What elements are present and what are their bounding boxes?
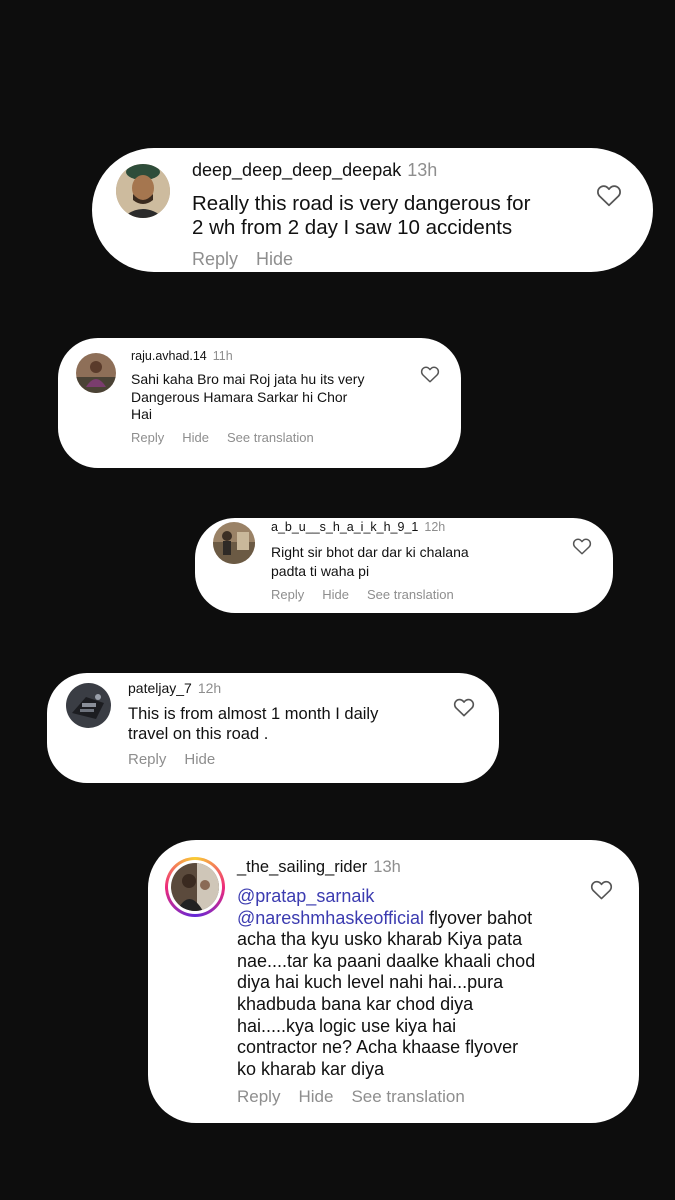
avatar [168,860,222,914]
mention-link[interactable]: @nareshmhaskeofficial [237,908,424,928]
comment-username[interactable]: _the_sailing_rider 13h [237,858,401,877]
reply-button[interactable]: Reply [237,1087,280,1106]
reply-button[interactable]: Reply [271,587,304,602]
see-translation-button[interactable]: See translation [367,587,454,602]
comment-text: Right sir bhot dar dar ki chalana padta … [271,544,469,579]
comment-text: This is from almost 1 month I daily trav… [128,705,379,743]
comment-username[interactable]: deep_deep_deep_deepak 13h [192,160,437,181]
reply-button[interactable]: Reply [128,751,166,768]
mention-link[interactable]: @pratap_sarnaik [237,886,374,906]
hide-button[interactable]: Hide [256,249,293,269]
comment-text: Sahi kaha Bro mai Roj jata hu its very D… [131,371,365,422]
comment-time: 13h [373,858,401,876]
comment-card: raju.avhad.14 11h Sahi kaha Bro mai Roj j… [58,338,461,468]
comment-actions: Reply Hide See translation [131,430,332,445]
reply-button[interactable]: Reply [192,249,238,269]
heart-outline-icon[interactable] [453,697,475,717]
username-text[interactable]: pateljay_7 [128,680,192,696]
heart-outline-icon[interactable] [590,879,613,900]
hide-button[interactable]: Hide [322,587,349,602]
comment-text: Really this road is very dangerous for 2… [192,192,531,239]
avatar[interactable] [76,353,116,393]
comment-username[interactable]: a_b_u__s_h_a_i_k_h_9_1 12h [271,520,445,534]
avatar-image [171,863,219,911]
comment-actions: Reply Hide See translation [237,1087,483,1107]
comment-card: _the_sailing_rider 13h @pratap_sarnaik @n… [148,840,639,1123]
comment-actions: Reply Hide [192,249,311,270]
comment-actions: Reply Hide See translation [271,587,472,602]
comment-actions: Reply Hide [128,751,233,768]
username-text[interactable]: deep_deep_deep_deepak [192,160,401,180]
reply-button[interactable]: Reply [131,430,164,445]
see-translation-button[interactable]: See translation [351,1087,464,1106]
comment-username[interactable]: pateljay_7 12h [128,680,221,696]
avatar-story-ring[interactable] [165,857,225,917]
avatar-image [116,164,170,218]
heart-outline-icon[interactable] [596,183,622,207]
heart-outline-icon[interactable] [572,537,592,555]
avatar-image [213,522,255,564]
avatar[interactable] [116,164,170,218]
comment-text: @pratap_sarnaik @nareshmhaskeofficial fl… [237,886,535,1080]
hide-button[interactable]: Hide [298,1087,333,1106]
hide-button[interactable]: Hide [182,430,209,445]
comment-time: 12h [424,520,446,534]
avatar-image [66,683,111,728]
comment-body: flyover bahot acha tha kyu usko kharab K… [237,907,536,1079]
comment-card: deep_deep_deep_deepak 13h Really this roa… [92,148,653,272]
avatar[interactable] [213,522,255,564]
comment-card: pateljay_7 12h This is from almost 1 mont… [47,673,499,783]
avatar-image [76,353,116,393]
hide-button[interactable]: Hide [184,751,215,768]
comment-time: 13h [407,160,438,180]
comment-username[interactable]: raju.avhad.14 11h [131,349,233,363]
comment-time: 11h [212,349,233,363]
username-text[interactable]: raju.avhad.14 [131,349,207,363]
comment-time: 12h [197,680,222,696]
username-text[interactable]: a_b_u__s_h_a_i_k_h_9_1 [271,520,418,534]
username-text[interactable]: _the_sailing_rider [237,858,367,876]
comment-card: a_b_u__s_h_a_i_k_h_9_1 12h Right sir bhot… [195,518,613,613]
see-translation-button[interactable]: See translation [227,430,314,445]
avatar[interactable] [66,683,111,728]
heart-outline-icon[interactable] [420,365,440,383]
